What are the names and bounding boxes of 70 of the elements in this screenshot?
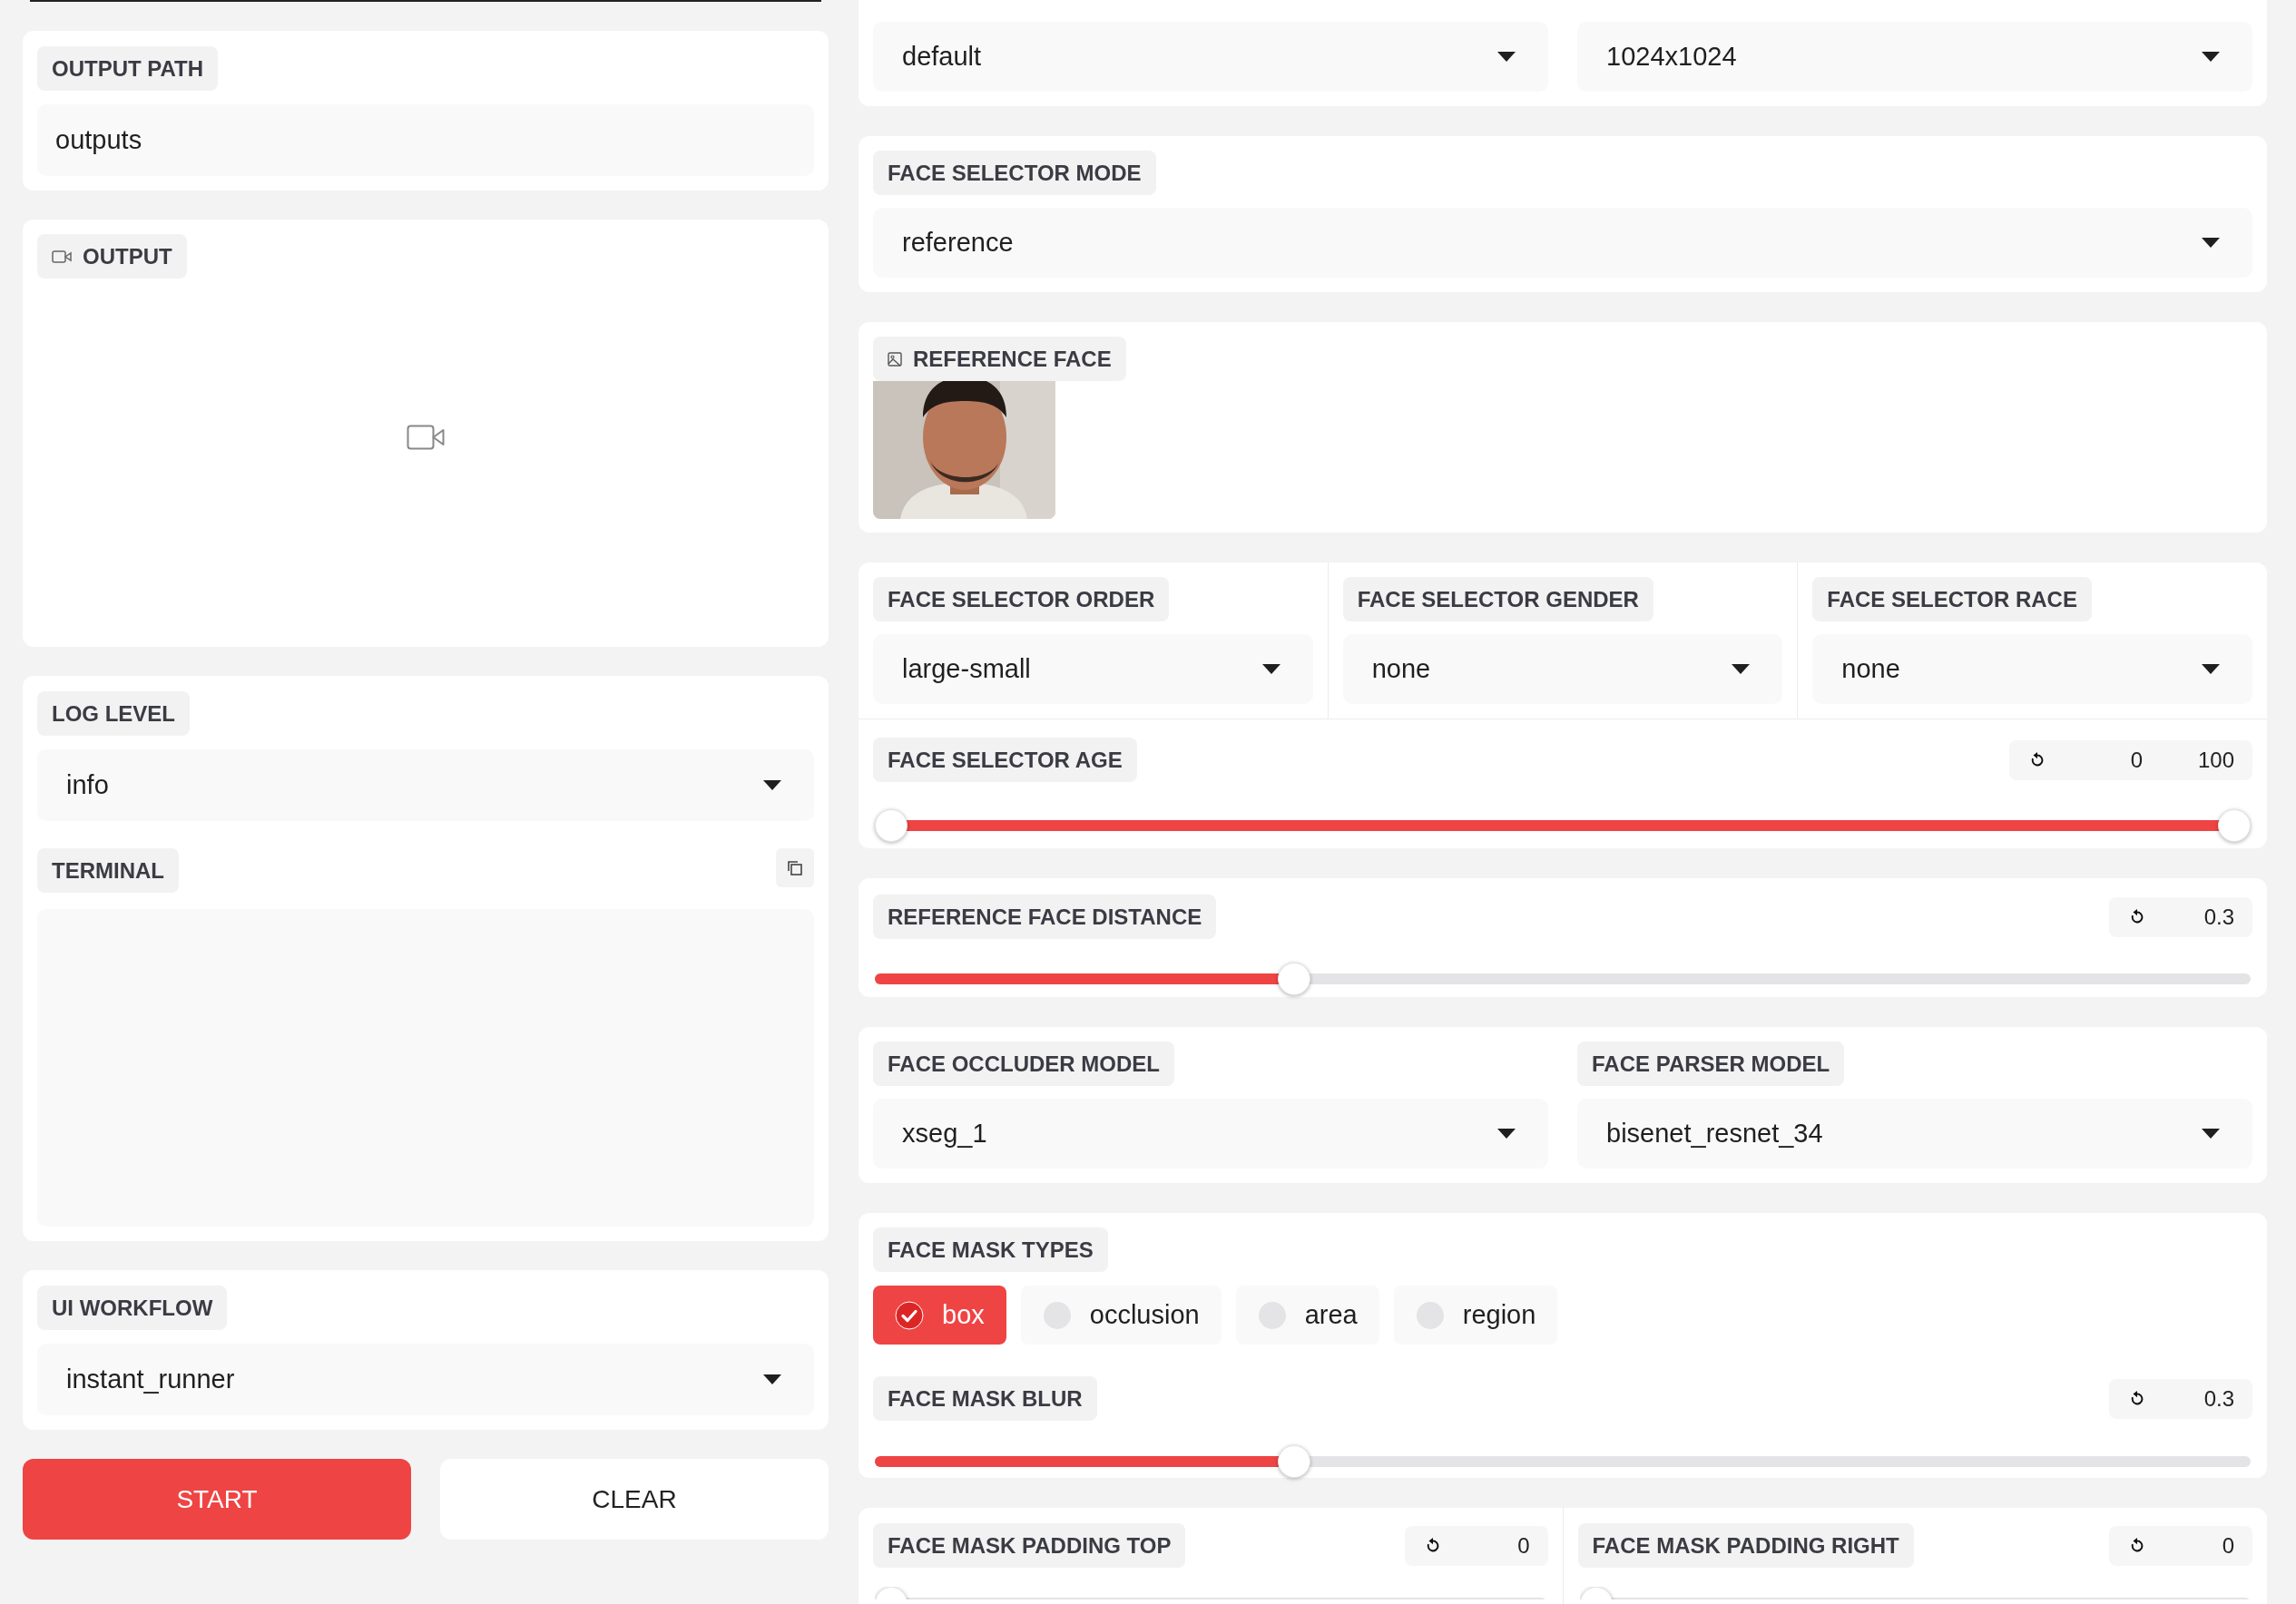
caret-icon <box>763 779 781 791</box>
field-label: FACE SELECTOR GENDER <box>1342 577 1653 621</box>
slider-thumb[interactable] <box>875 809 908 842</box>
number-field[interactable]: 0 <box>1453 1529 1530 1562</box>
dropdown[interactable]: reference <box>873 208 2252 278</box>
number-field[interactable]: 0.3 <box>2158 1382 2234 1415</box>
reset-icon <box>2129 1537 2145 1554</box>
caret-icon <box>2202 1128 2220 1139</box>
field-label: FACE MASK TYPES <box>873 1227 1108 1272</box>
label-text: REFERENCE FACE <box>913 345 1112 373</box>
slider[interactable] <box>875 963 2251 995</box>
caret-icon <box>1497 51 1516 63</box>
checkbox-option[interactable]: area <box>1235 1286 1379 1345</box>
reset-icon <box>2129 1390 2145 1407</box>
field-label: FACE SELECTOR RACE <box>1812 577 2092 621</box>
reset-icon <box>2129 908 2145 925</box>
text-field[interactable]: outputs <box>37 104 814 176</box>
field-label: TERMINAL <box>37 848 179 893</box>
field-label: FACE PARSER MODEL <box>1577 1042 1845 1086</box>
field-label: FACE SELECTOR ORDER <box>873 577 1170 621</box>
dropdown[interactable]: default <box>873 22 1548 92</box>
slider-thumb[interactable] <box>1278 963 1310 995</box>
field-label: REFERENCE FACE DISTANCE <box>873 895 1217 939</box>
number-field[interactable]: 0.3 <box>2158 900 2234 934</box>
reset-icon <box>2029 751 2046 768</box>
checkbox-option[interactable]: region <box>1393 1286 1558 1345</box>
video-icon <box>52 249 72 263</box>
field-label: FACE SELECTOR MODE <box>873 151 1156 195</box>
field-label: LOG LEVEL <box>37 691 190 736</box>
field-label: FACE SELECTOR AGE <box>873 738 1137 782</box>
caret-icon <box>2202 663 2220 675</box>
field-label: FACE OCCLUDER MODEL <box>873 1042 1174 1086</box>
checkbox-checked-icon <box>895 1300 924 1330</box>
caret-icon <box>1497 1128 1516 1139</box>
video-icon <box>407 425 445 450</box>
dropdown[interactable]: large-small <box>873 634 1313 704</box>
caret-icon <box>2202 237 2220 249</box>
field-label: FACE MASK BLUR <box>873 1376 1097 1421</box>
start-button[interactable]: START <box>23 1459 411 1540</box>
slider[interactable] <box>875 1445 2251 1478</box>
dropdown[interactable]: instant_runner <box>37 1344 814 1415</box>
image-icon <box>888 351 902 367</box>
clear-button[interactable]: CLEAR <box>440 1459 829 1540</box>
slider[interactable] <box>1579 1587 2251 1599</box>
caret-icon <box>1261 663 1280 675</box>
field-label: FACE MASK PADDING TOP <box>873 1523 1186 1568</box>
slider-thumb[interactable] <box>1278 1445 1310 1478</box>
range-slider[interactable] <box>875 809 2251 842</box>
field-label: FACE MASK PADDING RIGHT <box>1577 1523 1914 1568</box>
caret-icon <box>2202 51 2220 63</box>
number-field[interactable]: 0 <box>2158 1529 2234 1562</box>
number-field[interactable]: 0 <box>2058 743 2143 777</box>
copy-button[interactable] <box>776 848 814 887</box>
dropdown[interactable]: xseg_1 <box>873 1099 1548 1169</box>
field-label: OUTPUT PATH <box>37 46 219 91</box>
label-text: OUTPUT <box>83 242 172 270</box>
slider-thumb[interactable] <box>2218 809 2251 842</box>
checkbox-option[interactable]: occlusion <box>1020 1286 1222 1345</box>
checkbox-option[interactable]: box <box>873 1286 1006 1345</box>
dropdown[interactable]: info <box>37 749 814 821</box>
caret-icon <box>1732 663 1751 675</box>
dropdown[interactable]: none <box>1812 634 2252 704</box>
dropdown[interactable]: bisenet_resnet_34 <box>1577 1099 2252 1169</box>
dropdown[interactable]: 1024x1024 <box>1577 22 2252 92</box>
dropdown[interactable]: none <box>1342 634 1783 704</box>
caret-icon <box>763 1374 781 1385</box>
slider[interactable] <box>875 1587 1546 1599</box>
copy-icon <box>786 858 804 877</box>
number-field[interactable]: 100 <box>2150 743 2234 777</box>
field-label: UI WORKFLOW <box>37 1286 228 1330</box>
